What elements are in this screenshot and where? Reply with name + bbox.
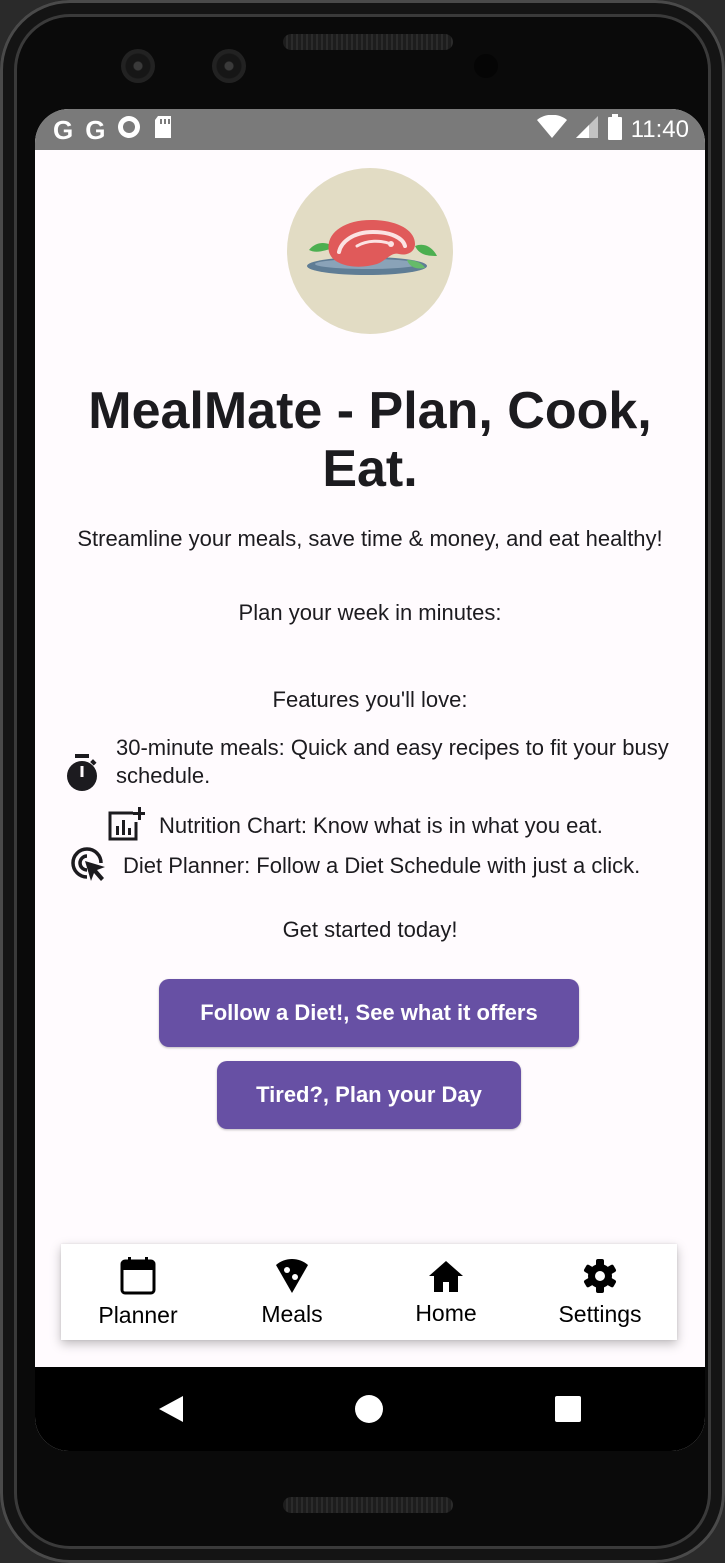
battery-icon	[607, 114, 623, 145]
signal-icon	[575, 115, 599, 144]
calendar-icon	[120, 1257, 156, 1300]
nav-item-settings[interactable]: Settings	[523, 1244, 677, 1340]
nav-item-home[interactable]: Home	[369, 1244, 523, 1340]
google-notification-icon: G	[85, 114, 106, 145]
wifi-icon	[536, 114, 567, 144]
home-system-button[interactable]	[343, 1367, 395, 1451]
features-heading: Features you'll love:	[272, 687, 468, 712]
record-icon	[117, 115, 141, 144]
feature-item: Diet Planner: Follow a Diet Schedule wit…	[123, 853, 641, 878]
nav-item-planner[interactable]: Planner	[61, 1244, 215, 1340]
feature-item: 30-minute meals: Quick and easy recipes …	[116, 735, 669, 788]
plan-text: Plan your week in minutes:	[238, 600, 502, 625]
bottom-navigation: Planner Meals Home Settings	[61, 1244, 677, 1340]
status-time: 11:40	[630, 115, 689, 143]
back-triangle-icon	[159, 1396, 183, 1422]
screen: G G 11:40 MealMate - Plan, Cook, Eat. St…	[35, 109, 705, 1451]
chart-add-icon	[107, 807, 146, 846]
gear-icon	[582, 1258, 618, 1299]
sd-card-icon	[153, 115, 173, 144]
home-icon	[428, 1259, 464, 1298]
pizza-icon	[275, 1258, 309, 1299]
recents-button[interactable]	[542, 1367, 594, 1451]
home-circle-icon	[355, 1395, 383, 1423]
nav-label: Settings	[558, 1301, 642, 1327]
click-cursor-icon	[70, 846, 108, 889]
nav-label: Planner	[98, 1302, 178, 1328]
plan-day-button[interactable]: Tired?, Plan your Day	[217, 1061, 521, 1129]
timer-icon	[64, 754, 100, 797]
tagline: Streamline your meals, save time & money…	[77, 526, 663, 551]
back-button[interactable]	[145, 1367, 197, 1451]
cta-text: Get started today!	[282, 917, 458, 942]
nav-item-meals[interactable]: Meals	[215, 1244, 369, 1340]
nav-label: Meals	[261, 1301, 323, 1327]
follow-diet-button[interactable]: Follow a Diet!, See what it offers	[159, 979, 579, 1047]
front-camera-secondary	[212, 49, 246, 83]
app-logo	[287, 168, 453, 334]
app-title: MealMate - Plan, Cook, Eat.	[88, 382, 652, 498]
proximity-sensor	[474, 54, 498, 78]
system-navigation-bar	[35, 1367, 705, 1451]
bottom-speaker	[283, 1497, 453, 1513]
recents-square-icon	[555, 1396, 581, 1422]
google-notification-icon: G	[53, 114, 74, 145]
home-screen: MealMate - Plan, Cook, Eat. Streamline y…	[35, 150, 705, 1367]
status-bar: G G 11:40	[35, 109, 705, 150]
earpiece-speaker	[283, 34, 453, 50]
nav-label: Home	[415, 1300, 477, 1326]
front-camera	[121, 49, 155, 83]
feature-item: Nutrition Chart: Know what is in what yo…	[159, 813, 603, 838]
phone-frame: G G 11:40 MealMate - Plan, Cook, Eat. St…	[0, 0, 725, 1563]
steak-plate-icon	[307, 220, 437, 275]
